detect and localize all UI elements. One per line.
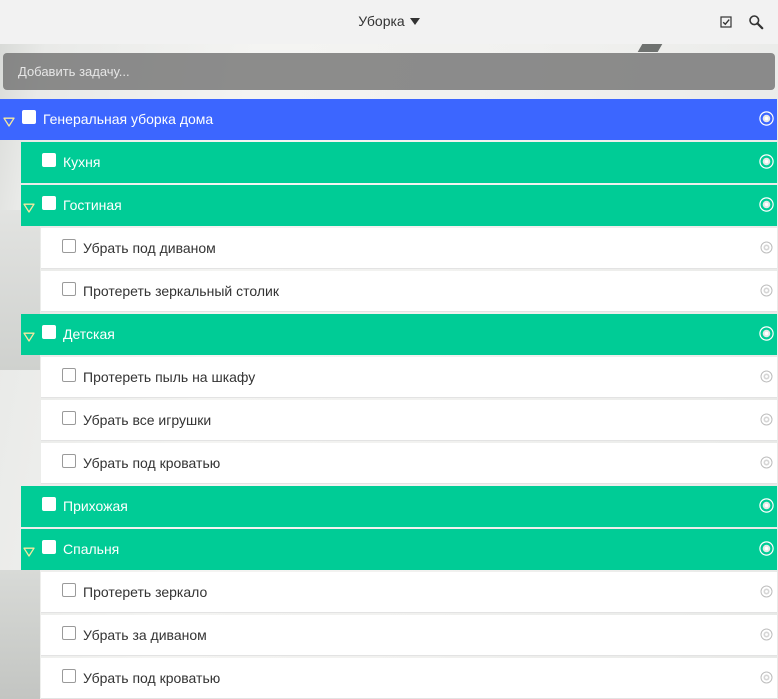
group-task-row[interactable]: Кухня xyxy=(21,142,777,183)
task-label: Убрать под кроватью xyxy=(83,670,221,686)
expand-triangle-icon[interactable] xyxy=(23,544,35,557)
task-label: Протереть зеркальный столик xyxy=(83,283,279,299)
background-decor xyxy=(637,44,663,52)
parent-task-row[interactable]: Генеральная уборка дома xyxy=(0,99,777,140)
background-decor xyxy=(0,570,40,699)
task-checkbox[interactable] xyxy=(42,196,56,210)
task-checkbox[interactable] xyxy=(62,239,76,253)
search-icon[interactable] xyxy=(748,14,764,30)
task-label: Гостиная xyxy=(63,197,122,213)
group-task-row[interactable]: Спальня xyxy=(21,529,777,570)
subtask-row[interactable]: Протереть зеркало xyxy=(41,572,777,613)
task-checkbox[interactable] xyxy=(42,497,56,511)
task-checkbox[interactable] xyxy=(22,110,36,124)
task-label: Убрать под диваном xyxy=(83,240,216,256)
subtask-row[interactable]: Убрать под диваном xyxy=(41,228,777,269)
subtask-row[interactable]: Убрать все игрушки xyxy=(41,400,777,441)
expand-triangle-icon[interactable] xyxy=(3,114,15,127)
subtask-row[interactable]: Протереть зеркальный столик xyxy=(41,271,777,312)
subtask-row[interactable]: Убрать под кроватью xyxy=(41,658,777,699)
task-options-icon[interactable] xyxy=(760,370,773,383)
task-options-icon[interactable] xyxy=(759,197,774,212)
task-options-icon[interactable] xyxy=(759,111,774,126)
task-options-icon[interactable] xyxy=(759,154,774,169)
task-checkbox[interactable] xyxy=(42,153,56,167)
task-options-icon[interactable] xyxy=(760,671,773,684)
task-checkbox[interactable] xyxy=(42,540,56,554)
group-task-row[interactable]: Гостиная xyxy=(21,185,777,226)
task-label: Протереть пыль на шкафу xyxy=(83,369,256,385)
task-checkbox[interactable] xyxy=(42,325,56,339)
task-label: Убрать за диваном xyxy=(83,627,207,643)
task-label: Протереть зеркало xyxy=(83,584,208,600)
task-checkbox[interactable] xyxy=(62,411,76,425)
task-options-icon[interactable] xyxy=(760,413,773,426)
checkbox-toggle-icon[interactable] xyxy=(718,14,734,30)
task-options-icon[interactable] xyxy=(759,326,774,341)
caret-down-icon xyxy=(409,18,420,25)
list-selector[interactable]: Уборка xyxy=(0,13,778,29)
task-checkbox[interactable] xyxy=(62,282,76,296)
task-label: Генеральная уборка дома xyxy=(43,111,214,127)
top-bar: Уборка xyxy=(0,0,778,44)
task-checkbox[interactable] xyxy=(62,368,76,382)
task-label: Спальня xyxy=(63,541,120,557)
task-checkbox[interactable] xyxy=(62,669,76,683)
task-options-icon[interactable] xyxy=(759,498,774,513)
task-options-icon[interactable] xyxy=(760,628,773,641)
task-options-icon[interactable] xyxy=(760,456,773,469)
task-checkbox[interactable] xyxy=(62,583,76,597)
group-task-row[interactable]: Прихожая xyxy=(21,486,777,527)
task-options-icon[interactable] xyxy=(760,585,773,598)
list-title: Уборка xyxy=(358,13,405,29)
task-label: Убрать все игрушки xyxy=(83,412,212,428)
expand-triangle-icon[interactable] xyxy=(23,200,35,213)
task-options-icon[interactable] xyxy=(759,541,774,556)
task-checkbox[interactable] xyxy=(62,626,76,640)
subtask-row[interactable]: Убрать за диваном xyxy=(41,615,777,656)
subtask-row[interactable]: Протереть пыль на шкафу xyxy=(41,357,777,398)
task-options-icon[interactable] xyxy=(760,284,773,297)
subtask-row[interactable]: Убрать под кроватью xyxy=(41,443,777,484)
add-task-bar xyxy=(3,53,775,90)
task-checkbox[interactable] xyxy=(62,454,76,468)
task-label: Кухня xyxy=(63,154,101,170)
task-options-icon[interactable] xyxy=(760,241,773,254)
add-task-input[interactable] xyxy=(3,53,775,90)
task-label: Детская xyxy=(63,326,115,342)
task-label: Прихожая xyxy=(63,498,128,514)
group-task-row[interactable]: Детская xyxy=(21,314,777,355)
task-label: Убрать под кроватью xyxy=(83,455,221,471)
expand-triangle-icon[interactable] xyxy=(23,329,35,342)
